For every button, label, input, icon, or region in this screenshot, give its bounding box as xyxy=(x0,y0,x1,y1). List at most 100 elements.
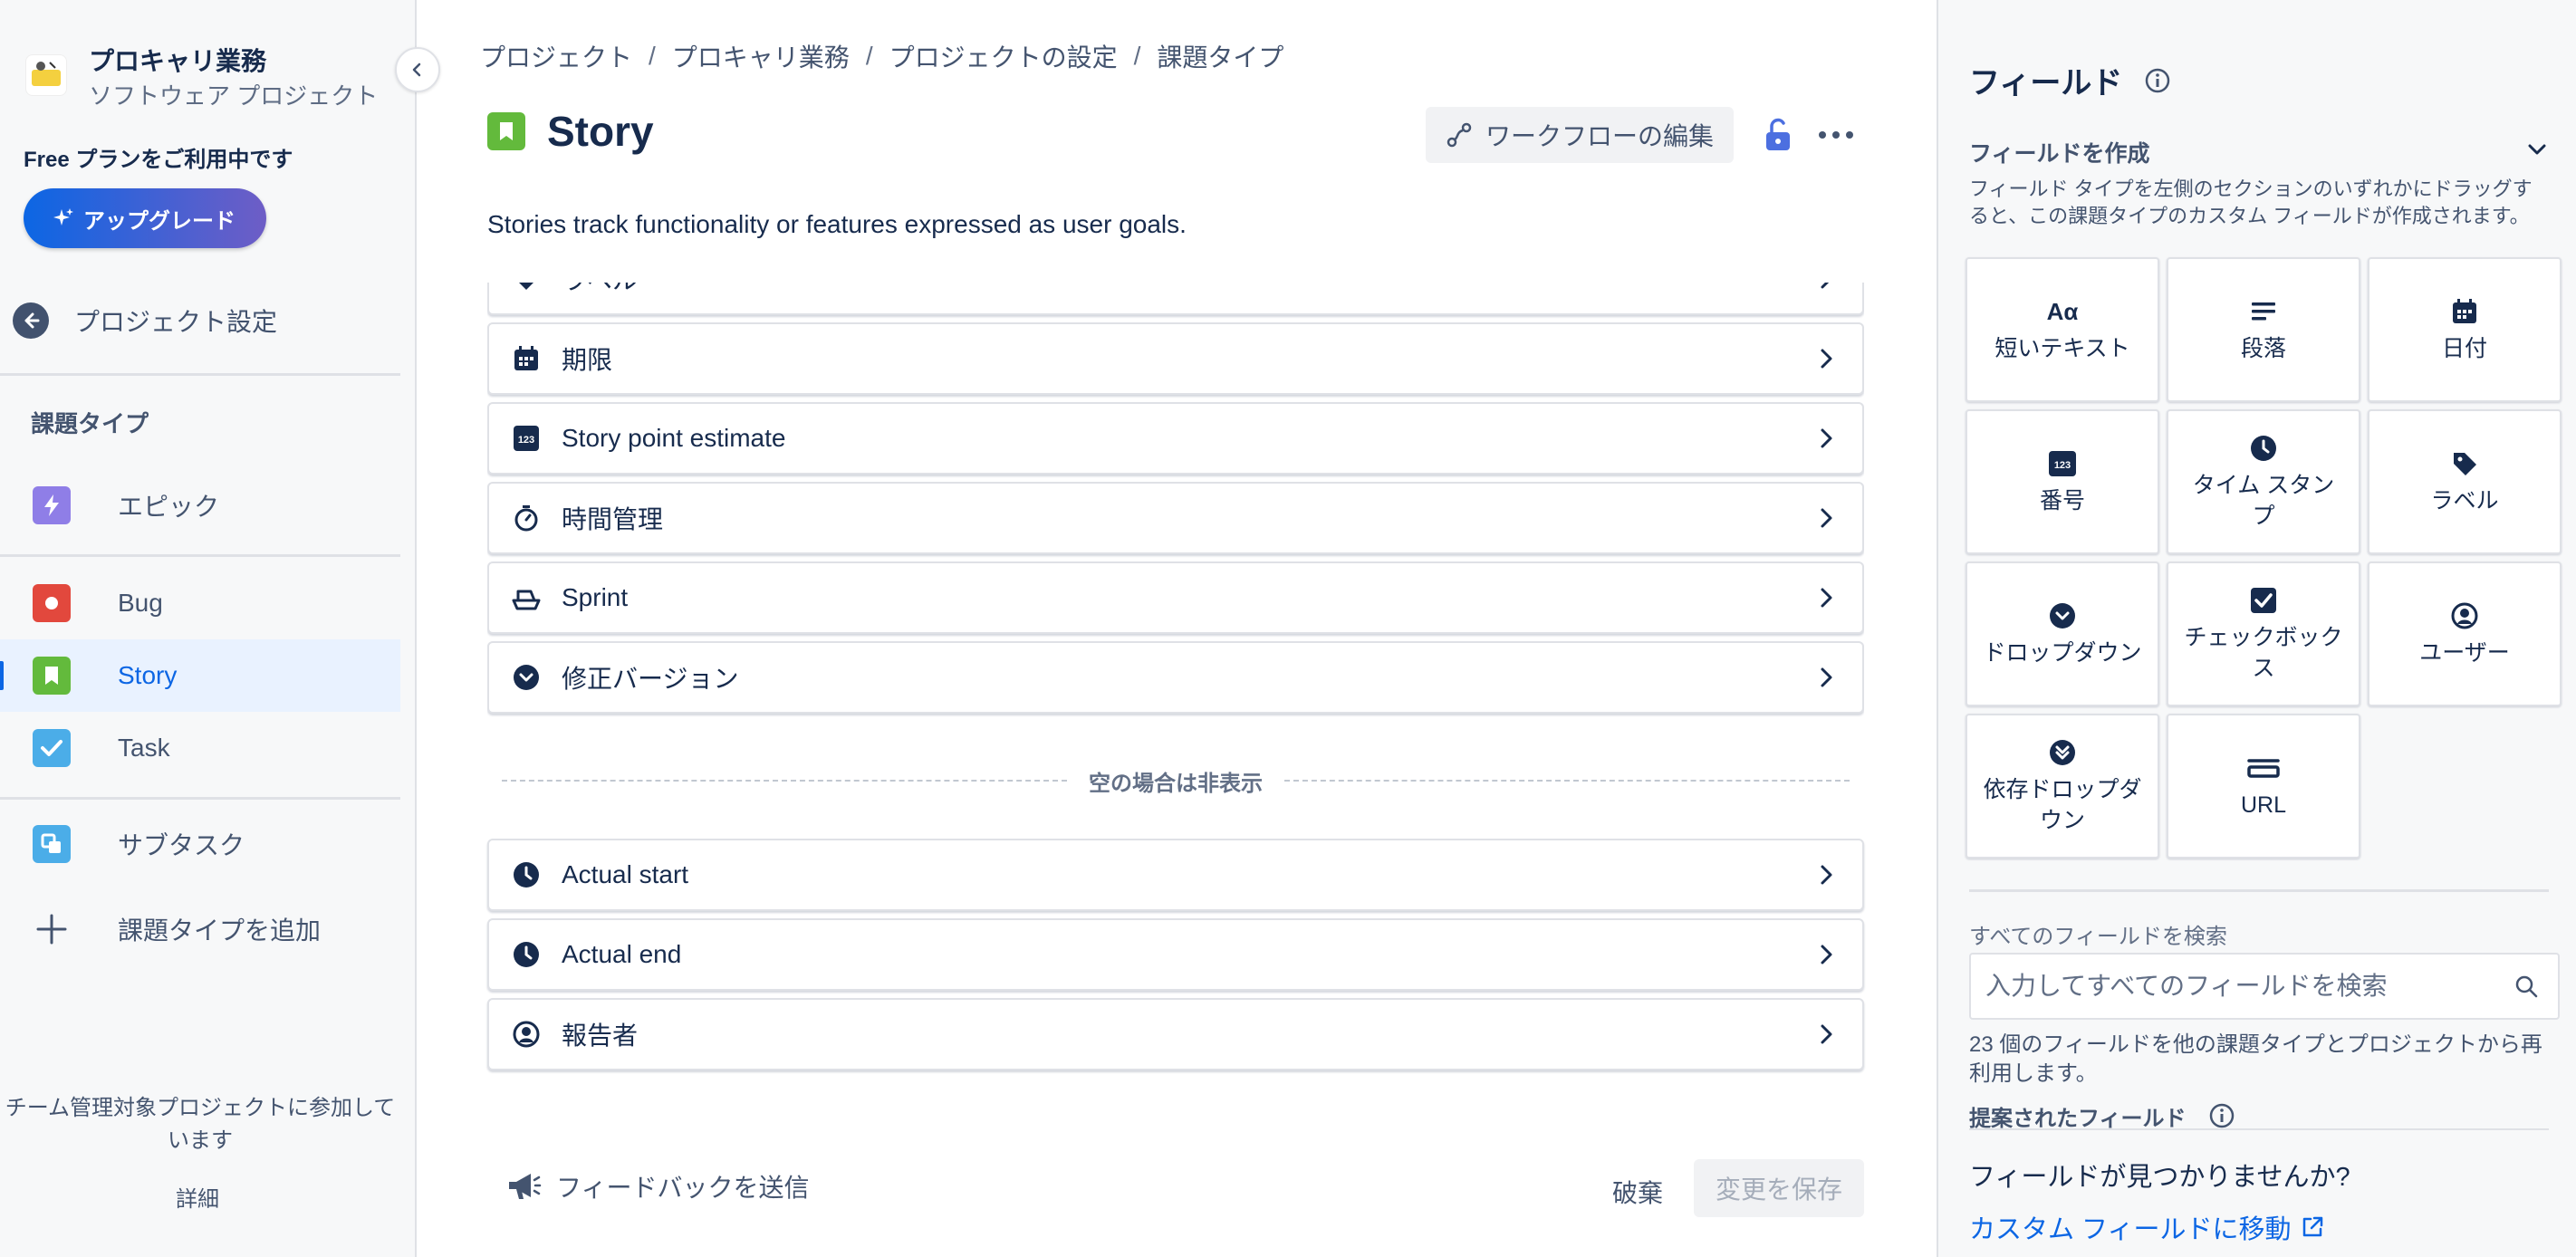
send-feedback-button[interactable]: フィードバックを送信 xyxy=(505,1168,809,1204)
field-row-actual-start[interactable]: Actual start xyxy=(487,839,1864,911)
field-list: ラベル 期限 123 Story point estimate 時間管理 xyxy=(487,283,1864,744)
task-icon xyxy=(33,729,71,767)
collapse-sidebar-button[interactable] xyxy=(395,47,440,92)
paragraph-icon xyxy=(2250,295,2277,328)
calendar-icon xyxy=(511,343,542,374)
title-row: Story xyxy=(487,107,654,156)
tile-label: URL xyxy=(2240,792,2286,818)
search-icon[interactable] xyxy=(2513,973,2540,1000)
sparkle-icon xyxy=(53,208,73,225)
edit-workflow-button[interactable]: ワークフローの編集 xyxy=(1426,107,1734,163)
page-title[interactable]: Story xyxy=(547,107,654,156)
breadcrumb-item[interactable]: プロキャリ業務 xyxy=(672,38,850,74)
field-row-fix-version[interactable]: 修正バージョン xyxy=(487,641,1864,714)
sidebar-item-subtask[interactable]: サブタスク xyxy=(0,808,400,880)
field-type-date[interactable]: 日付 xyxy=(2368,257,2562,402)
svg-text:123: 123 xyxy=(518,435,534,446)
story-icon xyxy=(487,112,525,150)
panel-title-text: フィールド xyxy=(1969,66,2123,101)
field-label: Actual end xyxy=(562,940,682,968)
detail-link[interactable]: 詳細 xyxy=(0,1181,395,1213)
back-label: プロジェクト設定 xyxy=(74,308,278,336)
sidebar-item-label: Bug xyxy=(118,589,163,617)
calendar-icon xyxy=(2451,295,2478,328)
dropdown-icon xyxy=(511,662,542,693)
clock-icon xyxy=(511,939,542,970)
field-row-actual-end[interactable]: Actual end xyxy=(487,918,1864,991)
chevron-right-icon xyxy=(1821,349,1832,369)
external-link-icon xyxy=(2303,1216,2323,1237)
tile-label: 短いテキスト xyxy=(1994,336,2130,361)
field-label: 時間管理 xyxy=(562,505,664,533)
search-fields-input[interactable] xyxy=(1985,972,2513,1001)
user-icon xyxy=(511,1019,542,1050)
search-all-fields-label: すべてのフィールドを検索 xyxy=(1969,925,2227,949)
discard-button[interactable]: 破棄 xyxy=(1612,1174,1663,1210)
info-icon[interactable] xyxy=(2144,67,2171,94)
tile-label: ユーザー xyxy=(2419,640,2510,666)
tile-label: チェックボックス xyxy=(2184,625,2343,681)
breadcrumb-item[interactable]: プロジェクトの設定 xyxy=(889,38,1118,74)
field-type-user[interactable]: ユーザー xyxy=(2368,561,2562,706)
text-icon: Aα xyxy=(2046,297,2079,325)
field-label: Sprint xyxy=(562,583,629,611)
field-label: Actual start xyxy=(562,860,689,888)
field-type-checkbox[interactable]: チェックボックス xyxy=(2167,561,2360,706)
field-type-number[interactable]: 123 番号 xyxy=(1966,409,2159,554)
megaphone-icon xyxy=(509,1174,542,1199)
field-row-due-date[interactable]: 期限 xyxy=(487,322,1864,395)
field-row-label[interactable]: ラベル xyxy=(487,283,1864,315)
breadcrumb-item[interactable]: 課題タイプ xyxy=(1157,38,1283,74)
project-header[interactable]: プロキャリ業務 ソフトウェア プロジェクト xyxy=(25,43,378,112)
field-type-timestamp[interactable]: タイム スタンプ xyxy=(2167,409,2360,554)
sidebar-item-epic[interactable]: エピック xyxy=(0,469,400,542)
field-type-paragraph[interactable]: 段落 xyxy=(2167,257,2360,402)
field-type-cascading-dropdown[interactable]: 依存ドロップダウン xyxy=(1966,714,2159,859)
suggested-fields-heading: 提案されたフィールド xyxy=(1969,1103,2549,1130)
field-row-sprint[interactable]: Sprint xyxy=(487,561,1864,634)
field-type-short-text[interactable]: Aα 短いテキスト xyxy=(1966,257,2159,402)
sidebar-item-story[interactable]: Story xyxy=(0,639,400,712)
sidebar-item-bug[interactable]: Bug xyxy=(0,567,400,639)
add-issue-type-button[interactable]: 課題タイプを追加 xyxy=(0,893,400,965)
field-type-url[interactable]: URL xyxy=(2167,714,2360,859)
clock-icon xyxy=(2250,432,2277,465)
epic-icon xyxy=(33,486,71,524)
issue-type-description[interactable]: Stories track functionality or features … xyxy=(487,210,1187,239)
unlock-icon[interactable] xyxy=(1757,114,1799,156)
save-changes-button[interactable]: 変更を保存 xyxy=(1694,1159,1864,1217)
stopwatch-icon xyxy=(511,503,542,533)
field-row-reporter[interactable]: 報告者 xyxy=(487,998,1864,1070)
chevron-right-icon xyxy=(1821,508,1832,528)
field-row-time-tracking[interactable]: 時間管理 xyxy=(487,482,1864,554)
number-icon: 123 xyxy=(2048,447,2077,480)
field-type-labels[interactable]: ラベル xyxy=(2368,409,2562,554)
back-to-project-settings[interactable]: プロジェクト設定 xyxy=(13,302,277,339)
field-label: 修正バージョン xyxy=(562,665,739,693)
field-row-story-point-estimate[interactable]: 123 Story point estimate xyxy=(487,402,1864,475)
workflow-icon xyxy=(1447,122,1472,148)
more-options-icon[interactable] xyxy=(1813,112,1859,158)
tile-label: 日付 xyxy=(2441,336,2487,361)
upgrade-label: アップグレード xyxy=(83,208,235,234)
create-field-toggle[interactable]: フィールドを作成 xyxy=(1969,136,2549,168)
hide-when-empty-label: 空の場合は非表示 xyxy=(1089,771,1263,796)
issue-types-heading: 課題タイプ xyxy=(31,410,149,437)
subtask-icon xyxy=(33,825,71,863)
plus-icon xyxy=(33,910,71,948)
sidebar-item-label: Task xyxy=(118,734,170,762)
sidebar-item-task[interactable]: Task xyxy=(0,712,400,784)
breadcrumb-item[interactable]: プロジェクト xyxy=(480,38,632,74)
chevron-right-icon xyxy=(1821,865,1832,885)
panel-divider xyxy=(1969,889,2549,892)
search-fields-box[interactable] xyxy=(1969,953,2560,1020)
go-to-custom-fields-link[interactable]: カスタム フィールドに移動 xyxy=(1969,1208,2325,1246)
info-icon[interactable] xyxy=(2208,1103,2235,1129)
url-icon xyxy=(2245,752,2282,784)
tile-label: 依存ドロップダウン xyxy=(1983,777,2142,833)
custom-fields-link-label: カスタム フィールドに移動 xyxy=(1969,1215,2292,1244)
bug-icon xyxy=(33,584,71,622)
field-type-dropdown[interactable]: ドロップダウン xyxy=(1966,561,2159,706)
upgrade-button[interactable]: アップグレード xyxy=(24,188,266,248)
user-icon xyxy=(2451,600,2478,632)
